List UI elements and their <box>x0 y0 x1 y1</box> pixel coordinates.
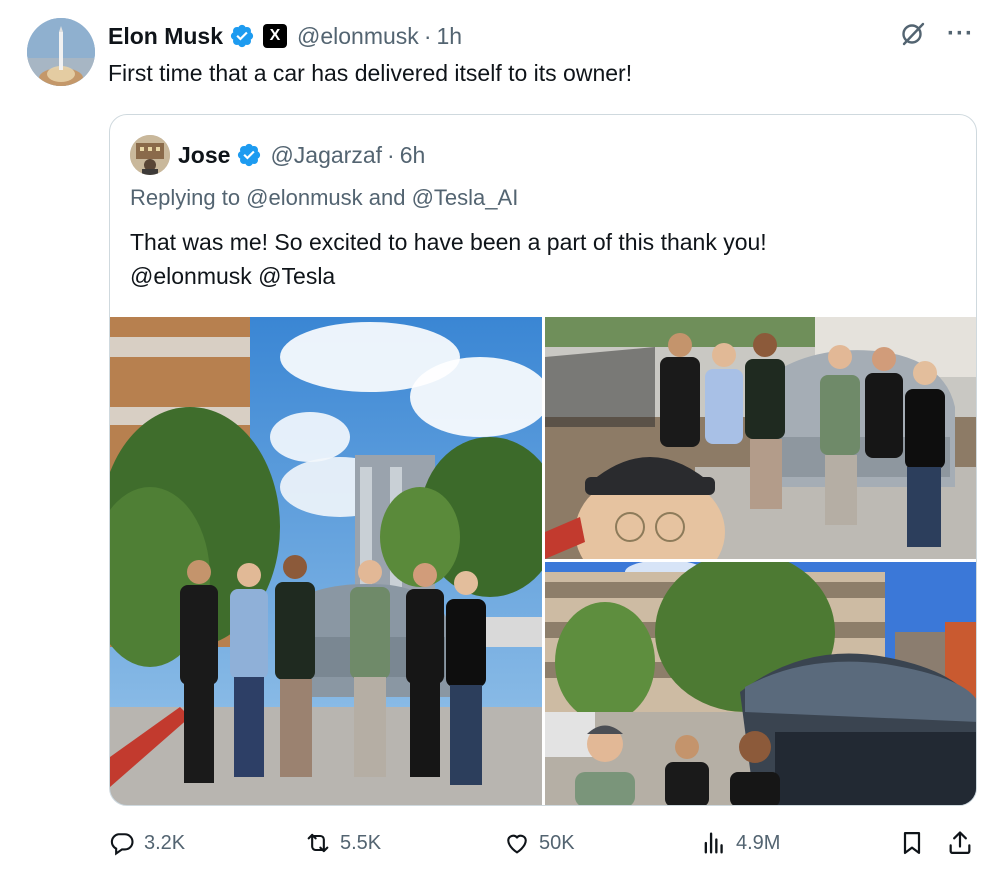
separator-dot: · <box>387 141 395 168</box>
author-name[interactable]: Elon Musk <box>108 23 223 50</box>
quoted-tweet-text: That was me! So excited to have been a p… <box>130 225 950 293</box>
tweet-actions: 3.2K 5.5K 50K 4.9M <box>108 826 978 860</box>
tweet-timestamp[interactable]: 1h <box>436 23 462 50</box>
more-options-icon[interactable]: ··· <box>947 22 974 46</box>
replying-to: Replying to @elonmusk and @Tesla_AI <box>130 185 519 210</box>
car-open-trunk-at-apartments[interactable] <box>545 562 976 805</box>
group-photo-with-cybercab[interactable] <box>110 317 542 805</box>
tweet-top-actions: ··· <box>899 20 974 48</box>
like-count: 50K <box>539 831 575 854</box>
media-grid <box>110 317 976 805</box>
quoted-author-handle[interactable]: @Jagarzaf <box>270 142 382 169</box>
quoted-text-line: That was me! So excited to have been a p… <box>130 229 767 255</box>
verified-badge-icon <box>236 142 262 168</box>
views-button[interactable]: 4.9M <box>700 826 780 860</box>
tweet-header: Elon Musk X @elonmusk · 1h <box>108 22 462 50</box>
repost-icon <box>307 833 329 853</box>
reply-button[interactable]: 3.2K <box>108 826 185 860</box>
heart-icon <box>507 834 527 854</box>
separator-dot: · <box>423 22 432 49</box>
quoted-tweet-header: Jose @Jagarzaf · 6h <box>178 140 425 170</box>
repost-count: 5.5K <box>340 831 382 854</box>
quoted-timestamp[interactable]: 6h <box>400 142 426 169</box>
tweet[interactable]: Elon Musk X @elonmusk · 1h ··· First tim… <box>0 0 1000 879</box>
reply-count: 3.2K <box>144 831 186 854</box>
verified-badge-icon <box>229 23 255 49</box>
share-button[interactable] <box>946 826 974 860</box>
views-count: 4.9M <box>736 831 781 854</box>
quoted-author-avatar[interactable] <box>130 135 170 175</box>
bookmark-icon <box>903 831 921 855</box>
share-icon <box>949 831 971 855</box>
reply-icon <box>110 833 134 856</box>
author-handle[interactable]: @elonmusk <box>297 23 419 50</box>
x-affiliate-badge-icon: X <box>263 24 288 48</box>
author-avatar[interactable] <box>27 18 95 86</box>
grok-icon[interactable] <box>899 20 927 48</box>
tweet-text: First time that a car has delivered itse… <box>108 60 633 86</box>
quoted-author-name[interactable]: Jose <box>178 142 230 169</box>
selfie-with-group-and-car[interactable] <box>545 317 976 559</box>
quoted-text-line: @elonmusk @Tesla <box>130 263 336 289</box>
bookmark-button[interactable] <box>898 826 926 860</box>
like-button[interactable]: 50K <box>503 826 575 860</box>
repost-button[interactable]: 5.5K <box>304 826 381 860</box>
quoted-tweet[interactable]: Jose @Jagarzaf · 6h Replying to @elonmus… <box>109 114 977 806</box>
views-icon <box>704 832 723 854</box>
